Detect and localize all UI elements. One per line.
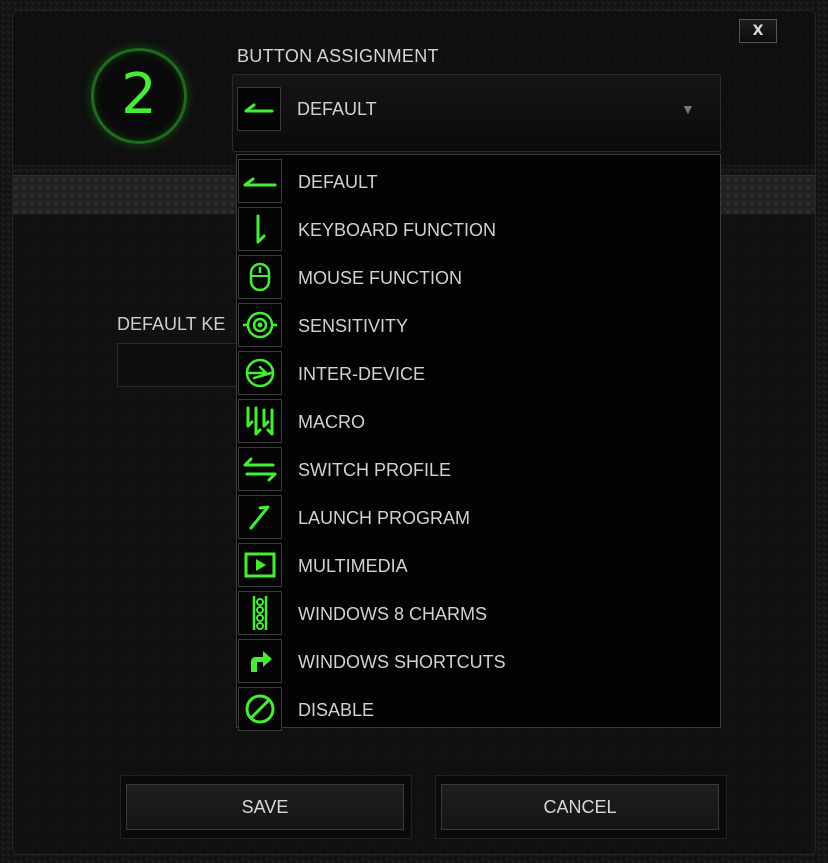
button-assignment-select[interactable]: DEFAULT ▼ — [232, 74, 721, 152]
dropdown-item-label: MULTIMEDIA — [298, 556, 408, 576]
windows-shortcut-icon — [238, 639, 282, 683]
sensitivity-target-icon — [238, 303, 282, 347]
dropdown-item-default[interactable]: DEFAULT — [237, 157, 720, 205]
cancel-button-frame: CANCEL — [435, 775, 727, 839]
dropdown-item-label: SWITCH PROFILE — [298, 460, 452, 480]
launch-program-icon — [238, 495, 282, 539]
dropdown-item-disable[interactable]: DISABLE — [237, 685, 720, 733]
dropdown-item-launch-program[interactable]: LAUNCH PROGRAM — [237, 493, 720, 541]
dropdown-item-keyboard-function[interactable]: KEYBOARD FUNCTION — [237, 205, 720, 253]
assignment-dropdown-list: DEFAULT KEYBOARD FUNCTION MOUSE FUNCTION — [236, 154, 721, 731]
dropdown-item-label: MACRO — [298, 412, 365, 432]
button-assignment-dialog: X 2 BUTTON ASSIGNMENT DEFAULT ▼ DEFAULT … — [0, 0, 828, 863]
multimedia-play-icon — [238, 543, 282, 587]
windows-charms-icon — [238, 591, 282, 635]
dropdown-item-windows-shortcuts[interactable]: WINDOWS SHORTCUTS — [237, 637, 720, 685]
dropdown-item-windows-8-charms[interactable]: WINDOWS 8 CHARMS — [237, 589, 720, 637]
default-key-field[interactable] — [117, 343, 247, 387]
section-title: BUTTON ASSIGNMENT — [237, 46, 439, 66]
disable-icon — [238, 687, 282, 731]
dropdown-item-inter-device[interactable]: INTER-DEVICE — [237, 349, 720, 397]
keyboard-function-icon — [238, 207, 282, 251]
mouse-icon — [238, 255, 282, 299]
dropdown-item-sensitivity[interactable]: SENSITIVITY — [237, 301, 720, 349]
macro-icon — [238, 399, 282, 443]
default-arrow-icon — [237, 87, 281, 131]
dropdown-item-macro[interactable]: MACRO — [237, 397, 720, 445]
save-button[interactable]: SAVE — [126, 784, 404, 830]
dropdown-item-mouse-function[interactable]: MOUSE FUNCTION — [237, 253, 720, 301]
default-arrow-icon — [238, 159, 282, 203]
inter-device-icon — [238, 351, 282, 395]
chevron-down-icon: ▼ — [681, 101, 695, 117]
dropdown-item-switch-profile[interactable]: SWITCH PROFILE — [237, 445, 720, 493]
dropdown-item-label: DISABLE — [298, 700, 375, 720]
switch-profile-icon — [238, 447, 282, 491]
mouse-button-number-badge: 2 — [91, 48, 187, 144]
default-key-label: DEFAULT KE — [117, 314, 226, 334]
dropdown-item-label: WINDOWS 8 CHARMS — [298, 604, 487, 624]
dropdown-item-label: LAUNCH PROGRAM — [298, 508, 471, 528]
dropdown-item-label: WINDOWS SHORTCUTS — [298, 652, 506, 672]
dropdown-item-multimedia[interactable]: MULTIMEDIA — [237, 541, 720, 589]
save-button-frame: SAVE — [120, 775, 412, 839]
dropdown-item-label: KEYBOARD FUNCTION — [298, 220, 497, 240]
dropdown-item-label: SENSITIVITY — [298, 316, 409, 336]
dropdown-item-label: MOUSE FUNCTION — [298, 268, 462, 288]
select-value: DEFAULT — [297, 99, 377, 119]
dropdown-item-label: INTER-DEVICE — [298, 364, 426, 384]
dropdown-item-label: DEFAULT — [298, 172, 378, 192]
close-button[interactable]: X — [739, 19, 777, 43]
cancel-button[interactable]: CANCEL — [441, 784, 719, 830]
